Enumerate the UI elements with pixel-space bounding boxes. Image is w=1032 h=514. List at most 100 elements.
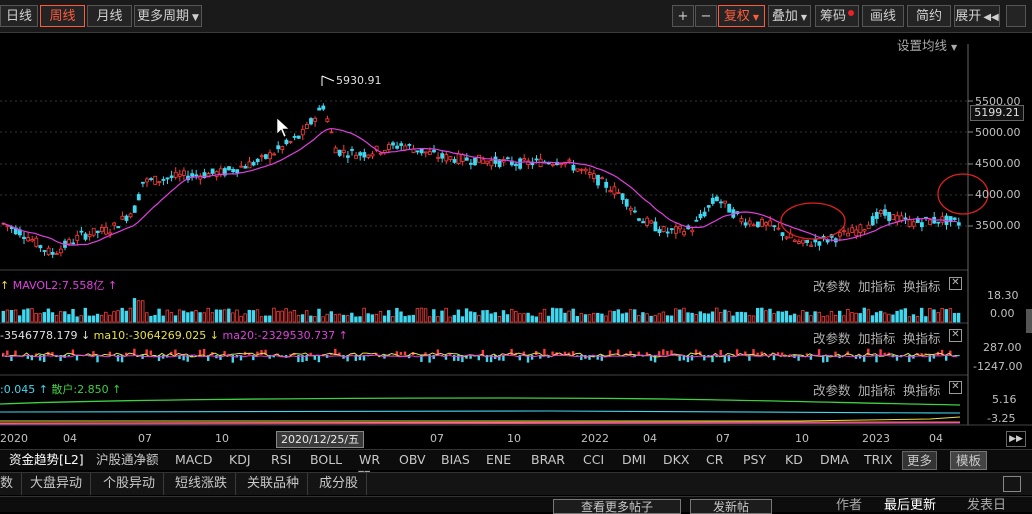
crosshair-date-label: 2020/12/25/五 — [276, 431, 364, 448]
chips-button[interactable]: 筹码 — [815, 5, 859, 27]
tab-kd[interactable]: KD — [785, 450, 803, 470]
flow-bar — [150, 351, 152, 355]
flow-add-indicator-button[interactable]: 加指标 — [858, 328, 896, 347]
volume-bar — [945, 310, 948, 322]
template-button[interactable]: 模板 — [950, 451, 987, 470]
tab-capital-trend[interactable]: 资金趋势[L2] — [9, 450, 84, 470]
view-more-posts-button[interactable]: 查看更多帖子 — [553, 499, 681, 514]
tab-psy[interactable]: PSY — [743, 450, 766, 470]
volume-bar — [687, 313, 690, 322]
period-day-button[interactable]: 日线 — [0, 5, 38, 27]
close-icon[interactable]: ✕ — [949, 277, 962, 290]
volume-bar — [310, 316, 313, 322]
period-month-button[interactable]: 月线 — [87, 5, 132, 27]
tab-cci[interactable]: CCI — [583, 450, 604, 470]
side-panel-handle[interactable] — [1026, 309, 1032, 333]
candle-body — [740, 219, 743, 222]
more-periods-dropdown[interactable]: 更多周期▼ — [134, 5, 202, 27]
volume-bar — [92, 316, 95, 322]
third-switch-indicator-button[interactable]: 换指标 — [903, 380, 941, 399]
candle-body — [744, 223, 747, 225]
candle-body — [51, 252, 54, 254]
candle-body — [859, 225, 862, 233]
volume-bar — [240, 316, 243, 322]
tab-stock-movement[interactable]: 个股异动 — [95, 473, 164, 495]
third-edit-params-button[interactable]: 改参数 — [813, 380, 851, 399]
volume-bar — [838, 311, 841, 322]
candle-body — [896, 216, 899, 222]
candle-body — [654, 222, 657, 231]
tab-short-term-change[interactable]: 短线涨跌 — [167, 473, 236, 495]
tab-dma[interactable]: DMA — [820, 450, 849, 470]
candle-body — [465, 158, 468, 160]
tab-cr[interactable]: CR — [706, 450, 723, 470]
candle-body — [769, 221, 772, 226]
candle-body — [285, 140, 288, 144]
flow-edit-params-button[interactable]: 改参数 — [813, 328, 851, 347]
expand-button[interactable]: 展开◀◀ — [954, 5, 1000, 27]
tab-dkx[interactable]: DKX — [663, 450, 689, 470]
draw-line-button[interactable]: 画线 — [862, 5, 904, 27]
overlay-dropdown[interactable]: 叠加▼ — [768, 5, 811, 27]
flow-switch-indicator-button[interactable]: 换指标 — [903, 328, 941, 347]
scrollbar-button[interactable] — [1006, 5, 1026, 27]
more-indicators-button[interactable]: 更多 — [902, 451, 937, 470]
candle-body — [400, 144, 403, 146]
tab-ene[interactable]: ENE — [486, 450, 511, 470]
volume-bar — [269, 316, 272, 322]
tab-related-varieties[interactable]: 关联品种 — [239, 473, 308, 495]
volume-bar — [199, 313, 202, 322]
candle-body — [55, 254, 58, 255]
candle-body — [277, 146, 280, 149]
candle-body — [617, 193, 620, 194]
tab-rsi[interactable]: RSI — [271, 450, 291, 470]
candle-body — [39, 246, 42, 248]
tab-macd[interactable]: MACD — [175, 450, 212, 470]
scroll-right-icon[interactable]: ▶▶ — [1006, 431, 1026, 447]
volume-bar — [342, 315, 345, 322]
third-add-indicator-button[interactable]: 加指标 — [858, 380, 896, 399]
zoom-out-button[interactable]: − — [695, 5, 717, 27]
tab-constituents[interactable]: 成分股 — [311, 473, 367, 495]
volume-bar — [756, 308, 759, 322]
volume-bar — [469, 312, 472, 322]
tab-hk-connect[interactable]: 沪股通净额 — [96, 450, 159, 470]
volume-bar — [137, 301, 140, 322]
tab-kdj[interactable]: KDJ — [229, 450, 251, 470]
close-icon[interactable]: ✕ — [949, 381, 962, 394]
volume-bar — [465, 309, 468, 322]
new-post-button[interactable]: 发新帖 — [690, 499, 772, 514]
volume-bar — [232, 313, 235, 322]
period-week-button[interactable]: 周线 — [40, 5, 85, 27]
volume-bar — [633, 310, 636, 322]
volume-bar — [703, 314, 706, 322]
vol-add-indicator-button[interactable]: 加指标 — [858, 276, 896, 295]
zoom-in-button[interactable]: + — [672, 5, 694, 27]
tab-obv[interactable]: OBV — [399, 450, 426, 470]
flow-bar — [6, 351, 8, 355]
vol-edit-params-button[interactable]: 改参数 — [813, 276, 851, 295]
high-price-label: 5930.91 — [336, 74, 382, 87]
tab-dmi[interactable]: DMI — [622, 450, 646, 470]
tab-bias[interactable]: BIAS — [441, 450, 470, 470]
window-toggle-icon[interactable] — [1003, 476, 1021, 492]
simple-mode-button[interactable]: 简约 — [907, 5, 951, 27]
candle-body — [621, 194, 624, 200]
tab-trix[interactable]: TRIX — [864, 450, 893, 470]
tab-info-partial[interactable]: 数 — [0, 473, 22, 495]
time-axis: 2020 04 07 10 2020/12/25/五 07 10 2022 04… — [0, 430, 1032, 448]
tab-boll[interactable]: BOLL — [310, 450, 342, 470]
volume-bar — [531, 316, 534, 322]
tab-brar[interactable]: BRAR — [531, 450, 565, 470]
volume-bar — [392, 316, 395, 322]
tab-market-movement[interactable]: 大盘异动 — [22, 473, 91, 495]
candle-body — [379, 153, 382, 154]
vol-switch-indicator-button[interactable]: 换指标 — [903, 276, 941, 295]
candle-body — [843, 231, 846, 232]
tab-wr[interactable]: WR — [359, 450, 380, 470]
candle-body — [814, 240, 817, 242]
indicator-line-cyan — [0, 410, 960, 413]
fuquan-dropdown[interactable]: 复权▼ — [718, 5, 765, 27]
close-icon[interactable]: ✕ — [949, 329, 962, 342]
candle-body — [802, 240, 805, 243]
